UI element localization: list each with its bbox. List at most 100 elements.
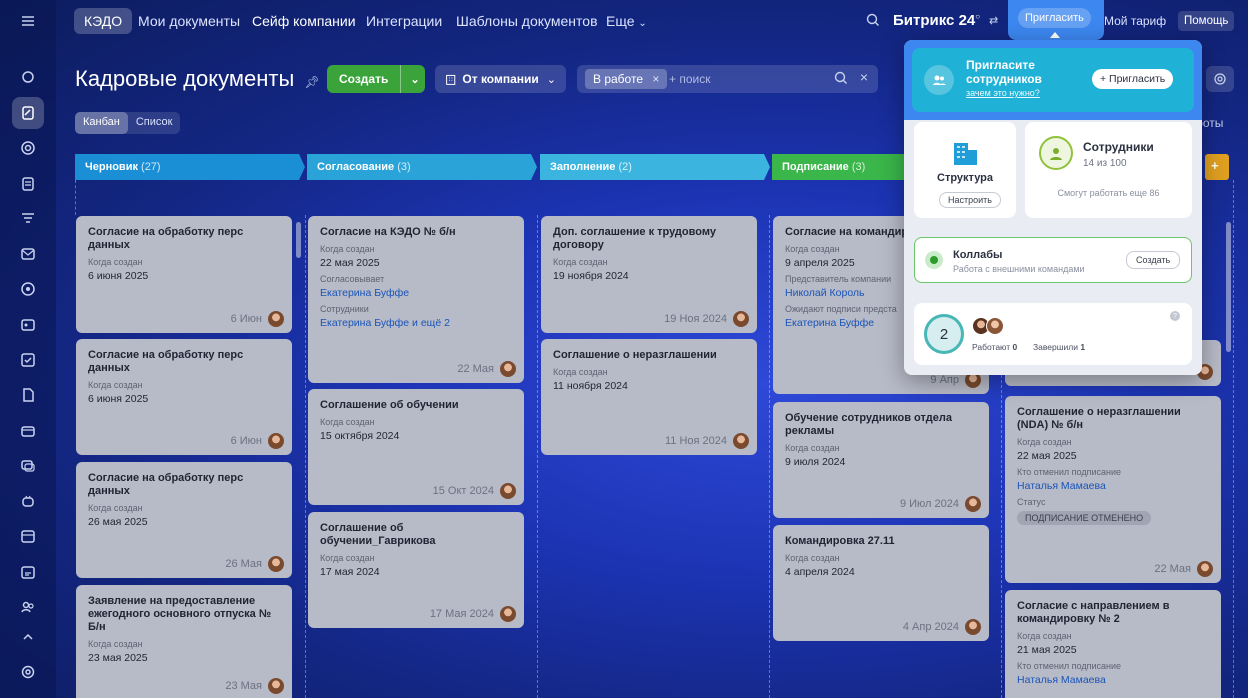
- document-card[interactable]: Соглашение об обучении_Гаврикова Когда с…: [308, 512, 524, 628]
- avatar[interactable]: [268, 678, 284, 694]
- card-field-label: Кто отменил подписание: [1017, 467, 1121, 477]
- tab-list[interactable]: Список: [128, 112, 181, 134]
- avatar[interactable]: [268, 556, 284, 572]
- card-date: 26 Мая: [225, 558, 262, 570]
- column-header-approval[interactable]: Согласование (3): [307, 154, 421, 180]
- invite-why-link[interactable]: зачем это нужно?: [966, 88, 1040, 98]
- avatar[interactable]: [268, 311, 284, 327]
- document-card[interactable]: Соглашение об обучении Когда создан 15 о…: [308, 389, 524, 505]
- close-icon[interactable]: ×: [860, 69, 868, 85]
- document-card[interactable]: Обучение сотрудников отдела рекламы Когд…: [773, 402, 989, 518]
- invite-header-button[interactable]: Пригласить: [1018, 8, 1091, 28]
- column-header-filling[interactable]: Заполнение (2): [540, 154, 642, 180]
- schedule-icon[interactable]: [19, 563, 37, 581]
- collabs-tile[interactable]: Коллабы Работа с внешними командами Созд…: [914, 237, 1192, 283]
- document-card[interactable]: Согласие на КЭДО № б/н Когда создан 22 м…: [308, 216, 524, 383]
- mail-icon[interactable]: [19, 245, 37, 263]
- avatar[interactable]: [268, 433, 284, 449]
- settings-button[interactable]: [1206, 66, 1234, 92]
- nav-templates[interactable]: Шаблоны документов: [456, 13, 598, 29]
- group-icon[interactable]: [19, 598, 37, 616]
- avatar[interactable]: [965, 496, 981, 512]
- onboarding-tile[interactable]: 2 Работают 0 Завершили 1 ?: [914, 303, 1192, 365]
- structure-tile[interactable]: Структура Настроить: [914, 122, 1016, 218]
- invite-button[interactable]: + Пригласить: [1092, 69, 1174, 89]
- lifebuoy-icon[interactable]: [19, 139, 37, 157]
- column-divider: [75, 180, 76, 215]
- file-icon[interactable]: [19, 386, 37, 404]
- robot-icon[interactable]: [19, 492, 37, 510]
- settings-icon[interactable]: [19, 663, 37, 681]
- document-card[interactable]: Согласие на обработку перс данных Когда …: [76, 216, 292, 333]
- help-icon[interactable]: ?: [1170, 311, 1180, 321]
- collabs-subtitle: Работа с внешними командами: [953, 264, 1085, 274]
- sliders-icon[interactable]: ⇄: [989, 14, 998, 27]
- view-switcher: Канбан Список: [75, 112, 181, 134]
- create-collab-button[interactable]: Создать: [1126, 251, 1181, 269]
- target-icon[interactable]: [19, 280, 37, 298]
- avatar[interactable]: [500, 361, 516, 377]
- my-tariff-button[interactable]: Мой тариф: [1104, 14, 1166, 28]
- chat-icon[interactable]: [19, 457, 37, 475]
- column-header-signing[interactable]: Подписание (3): [772, 154, 875, 180]
- filter-chip[interactable]: В работе ×: [585, 69, 668, 89]
- avatar[interactable]: [733, 433, 749, 449]
- close-icon[interactable]: ×: [652, 72, 659, 86]
- card-user-link[interactable]: Екатерина Буффе: [308, 284, 524, 299]
- documents-icon[interactable]: [12, 97, 44, 129]
- document-card[interactable]: Доп. соглашение к трудовому договору Ког…: [541, 216, 757, 333]
- avatar[interactable]: [965, 619, 981, 635]
- employees-tile[interactable]: Сотрудники 14 из 100 Смогут работать еще…: [1025, 122, 1192, 218]
- column-header-draft[interactable]: Черновик (27): [75, 154, 171, 180]
- nav-company-safe[interactable]: Сейф компании: [252, 13, 356, 29]
- card-user-link[interactable]: Наталья Мамаева: [1005, 671, 1221, 686]
- filter-icon[interactable]: [19, 210, 37, 228]
- avatar[interactable]: [500, 606, 516, 622]
- card-field-label: Кто отменил подписание: [1017, 661, 1121, 671]
- document-card[interactable]: Соглашение о неразглашении Когда создан …: [541, 339, 757, 455]
- scrollbar[interactable]: [1226, 222, 1231, 352]
- nav-kedo[interactable]: КЭДО: [74, 8, 133, 34]
- menu-icon[interactable]: [19, 12, 37, 30]
- nav-my-documents[interactable]: Мои документы: [138, 13, 240, 29]
- document-card[interactable]: Соглашение о неразглашении (NDA) № б/н К…: [1005, 396, 1221, 583]
- help-button[interactable]: Помощь: [1178, 11, 1235, 31]
- document-card[interactable]: Согласие на обработку перс данных Когда …: [76, 339, 292, 455]
- card-user-link[interactable]: Екатерина Буффе и ещё 2: [308, 314, 524, 329]
- contact-card-icon[interactable]: [19, 316, 37, 334]
- nav-more[interactable]: Еще ⌄: [606, 13, 647, 29]
- search-box[interactable]: В работе × + поиск ×: [577, 65, 878, 93]
- brand-logo[interactable]: Битрикс 24○: [893, 12, 980, 29]
- calendar-icon[interactable]: [19, 527, 37, 545]
- add-column-icon[interactable]: +: [1211, 158, 1219, 173]
- search-icon[interactable]: [866, 13, 880, 27]
- configure-structure-button[interactable]: Настроить: [939, 192, 1001, 208]
- nav-integrations[interactable]: Интеграции: [366, 13, 442, 29]
- card-title: Командировка 27.11: [785, 535, 895, 547]
- document-card[interactable]: Заявление на предоставление ежегодного о…: [76, 585, 292, 698]
- create-button[interactable]: Создать ⌄: [327, 65, 425, 93]
- avatar[interactable]: [1197, 561, 1213, 577]
- refresh-icon[interactable]: [19, 68, 37, 86]
- notes-icon[interactable]: [19, 175, 37, 193]
- pin-icon[interactable]: 📌︎: [304, 75, 319, 89]
- wallet-icon[interactable]: [19, 422, 37, 440]
- more-icon[interactable]: [19, 632, 37, 642]
- chevron-down-icon[interactable]: ⌄: [401, 73, 428, 86]
- company-filter-button[interactable]: От компании ⌄: [435, 65, 566, 93]
- column-count: (3): [851, 161, 866, 173]
- checkbox-icon[interactable]: [19, 351, 37, 369]
- tab-kanban[interactable]: Канбан: [75, 112, 128, 134]
- card-field-label: Когда создан: [88, 257, 143, 267]
- card-field-value: 23 мая 2025: [88, 652, 148, 664]
- search-icon[interactable]: [834, 71, 848, 90]
- scrollbar[interactable]: [296, 222, 301, 258]
- document-card[interactable]: Командировка 27.11 Когда создан 4 апреля…: [773, 525, 989, 641]
- avatar[interactable]: [500, 483, 516, 499]
- avatar[interactable]: [733, 311, 749, 327]
- document-card[interactable]: Согласие с направлением в командировку №…: [1005, 590, 1221, 698]
- card-field-value: 22 мая 2025: [1017, 450, 1077, 462]
- document-card[interactable]: Согласие на обработку перс данных Когда …: [76, 462, 292, 578]
- card-user-link[interactable]: Наталья Мамаева: [1005, 477, 1221, 492]
- search-input[interactable]: + поиск: [669, 72, 710, 86]
